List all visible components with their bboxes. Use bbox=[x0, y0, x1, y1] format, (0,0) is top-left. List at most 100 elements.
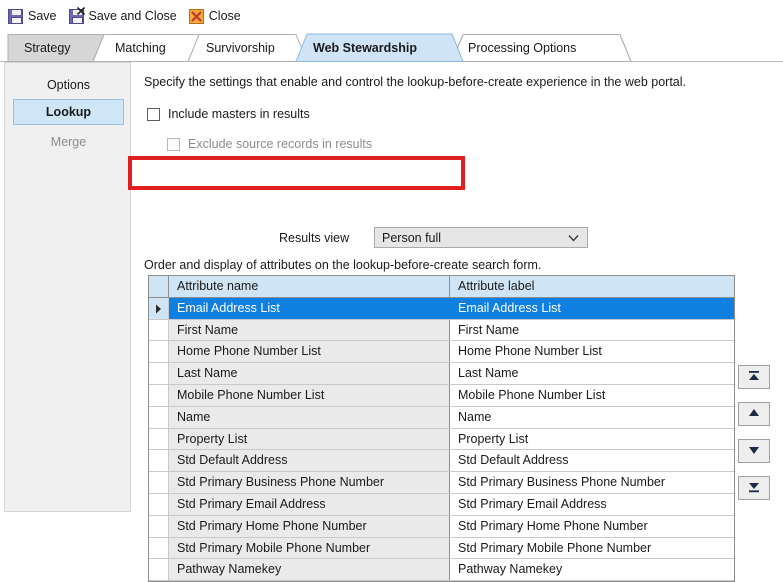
grid-description: Order and display of attributes on the l… bbox=[144, 258, 542, 272]
close-button[interactable]: Close bbox=[188, 5, 247, 27]
cell-attribute-name[interactable]: Property List bbox=[169, 428, 450, 450]
cell-attribute-name[interactable]: Std Default Address bbox=[169, 450, 450, 472]
cell-attribute-name[interactable]: Email Address List bbox=[169, 297, 450, 319]
move-to-bottom-button[interactable] bbox=[738, 476, 770, 500]
cell-attribute-label[interactable]: Last Name bbox=[450, 363, 734, 384]
row-indicator bbox=[149, 515, 169, 537]
tab-web-stewardship[interactable]: Web Stewardship bbox=[313, 40, 417, 56]
cell-attribute-name[interactable]: Home Phone Number List bbox=[169, 341, 450, 363]
grid-header-indicator bbox=[149, 276, 169, 297]
cell-attribute-name[interactable]: Std Primary Email Address bbox=[169, 493, 450, 515]
tab-survivorship[interactable]: Survivorship bbox=[206, 40, 275, 56]
toolbar: Save Save and Close Close bbox=[0, 0, 783, 32]
cell-attribute-label[interactable]: Std Primary Email Address bbox=[450, 493, 734, 515]
exclude-source-records-checkbox-row: Exclude source records in results bbox=[167, 137, 372, 151]
table-row[interactable]: First Name First Name bbox=[149, 319, 734, 342]
move-to-bottom-icon bbox=[747, 481, 761, 496]
cell-attribute-label[interactable]: Pathway Namekey bbox=[450, 559, 734, 581]
sidebar-item-lookup[interactable]: Lookup bbox=[13, 99, 124, 125]
save-and-close-button[interactable]: Save and Close bbox=[68, 5, 183, 27]
table-row[interactable]: Std Primary Business Phone Number Std Pr… bbox=[149, 472, 734, 494]
sidebar-item-options[interactable]: Options bbox=[13, 72, 124, 98]
table-row[interactable]: Property List Property List bbox=[149, 428, 734, 451]
sidebar: Options Lookup Merge bbox=[4, 62, 131, 512]
close-overlay-icon bbox=[76, 6, 85, 15]
save-button[interactable]: Save bbox=[8, 5, 63, 27]
exclude-source-records-label: Exclude source records in results bbox=[188, 137, 373, 151]
table-row[interactable]: Email Address List Email Address List bbox=[149, 297, 734, 320]
row-indicator bbox=[149, 341, 169, 363]
table-row[interactable]: Std Primary Mobile Phone Number Std Prim… bbox=[149, 537, 734, 560]
close-button-label: Close bbox=[208, 9, 241, 23]
tab-processing-options[interactable]: Processing Options bbox=[468, 40, 576, 56]
row-indicator bbox=[149, 406, 169, 428]
table-row[interactable]: Std Default Address Std Default Address bbox=[149, 450, 734, 473]
move-up-icon bbox=[747, 407, 761, 422]
exclude-source-records-checkbox bbox=[167, 137, 180, 151]
save-icon bbox=[8, 8, 23, 24]
cell-attribute-name[interactable]: Std Primary Mobile Phone Number bbox=[169, 537, 450, 559]
move-up-button[interactable] bbox=[738, 402, 770, 426]
row-indicator bbox=[149, 319, 169, 341]
table-row[interactable]: Home Phone Number List Home Phone Number… bbox=[149, 341, 734, 364]
cell-attribute-label[interactable]: Std Default Address bbox=[450, 450, 734, 472]
row-indicator bbox=[149, 297, 169, 319]
results-view-dropdown[interactable]: Person full bbox=[374, 227, 588, 248]
cell-attribute-label[interactable]: Std Primary Home Phone Number bbox=[450, 515, 734, 537]
save-and-close-button-label: Save and Close bbox=[88, 9, 177, 23]
cell-attribute-name[interactable]: Mobile Phone Number List bbox=[169, 384, 450, 406]
save-and-close-icon bbox=[68, 6, 85, 24]
cell-attribute-name[interactable]: Pathway Namekey bbox=[169, 559, 450, 581]
move-down-button[interactable] bbox=[738, 439, 770, 463]
table-row[interactable]: Last Name Last Name bbox=[149, 363, 734, 385]
row-indicator bbox=[149, 428, 169, 450]
results-view-row: Results view Person full bbox=[279, 227, 588, 248]
results-view-value: Person full bbox=[382, 230, 442, 245]
row-indicator bbox=[149, 559, 169, 581]
close-icon bbox=[188, 8, 204, 24]
cell-attribute-name[interactable]: Std Primary Business Phone Number bbox=[169, 472, 450, 493]
grid-header-row: Attribute name Attribute label bbox=[149, 276, 734, 298]
attributes-grid[interactable]: Attribute name Attribute label Email Add… bbox=[148, 275, 735, 582]
cell-attribute-name[interactable]: Last Name bbox=[169, 363, 450, 384]
table-row[interactable]: Name Name bbox=[149, 406, 734, 429]
tab-strategy[interactable]: Strategy bbox=[24, 40, 71, 56]
include-masters-checkbox[interactable] bbox=[147, 107, 160, 121]
table-row[interactable]: Mobile Phone Number List Mobile Phone Nu… bbox=[149, 384, 734, 407]
move-down-icon bbox=[747, 444, 761, 459]
cell-attribute-label[interactable]: Email Address List bbox=[450, 297, 734, 319]
cell-attribute-label[interactable]: Property List bbox=[450, 428, 734, 450]
move-to-top-button[interactable] bbox=[738, 365, 770, 389]
row-indicator bbox=[149, 472, 169, 493]
cell-attribute-name[interactable]: First Name bbox=[169, 319, 450, 341]
column-header-attribute-label[interactable]: Attribute label bbox=[450, 276, 734, 297]
cell-attribute-label[interactable]: Name bbox=[450, 406, 734, 428]
cell-attribute-name[interactable]: Std Primary Home Phone Number bbox=[169, 515, 450, 537]
cell-attribute-label[interactable]: First Name bbox=[450, 319, 734, 341]
cell-attribute-name[interactable]: Name bbox=[169, 406, 450, 428]
include-masters-label: Include masters in results bbox=[168, 107, 310, 121]
cell-attribute-label[interactable]: Std Primary Mobile Phone Number bbox=[450, 537, 734, 559]
include-masters-checkbox-row[interactable]: Include masters in results bbox=[147, 107, 310, 121]
table-row[interactable]: Std Primary Home Phone Number Std Primar… bbox=[149, 515, 734, 538]
cell-attribute-label[interactable]: Std Primary Business Phone Number bbox=[450, 472, 734, 493]
tab-strip: Strategy Matching Survivorship Web Stewa… bbox=[0, 33, 783, 62]
row-indicator bbox=[149, 537, 169, 559]
current-row-arrow-icon bbox=[155, 303, 162, 317]
sidebar-item-merge: Merge bbox=[50, 135, 87, 149]
results-view-label: Results view bbox=[279, 230, 350, 245]
table-row[interactable]: Pathway Namekey Pathway Namekey bbox=[149, 559, 734, 581]
row-indicator bbox=[149, 493, 169, 515]
page-description: Specify the settings that enable and con… bbox=[144, 75, 687, 89]
cell-attribute-label[interactable]: Mobile Phone Number List bbox=[450, 384, 734, 406]
tab-matching[interactable]: Matching bbox=[115, 40, 166, 56]
save-button-label: Save bbox=[28, 9, 57, 23]
row-indicator bbox=[149, 384, 169, 406]
column-header-attribute-name[interactable]: Attribute name bbox=[169, 276, 450, 297]
table-row[interactable]: Std Primary Email Address Std Primary Em… bbox=[149, 493, 734, 516]
move-to-top-icon bbox=[747, 370, 761, 385]
cell-attribute-label[interactable]: Home Phone Number List bbox=[450, 341, 734, 363]
main-content: Specify the settings that enable and con… bbox=[131, 62, 783, 582]
row-indicator bbox=[149, 450, 169, 472]
chevron-down-icon bbox=[568, 232, 579, 246]
